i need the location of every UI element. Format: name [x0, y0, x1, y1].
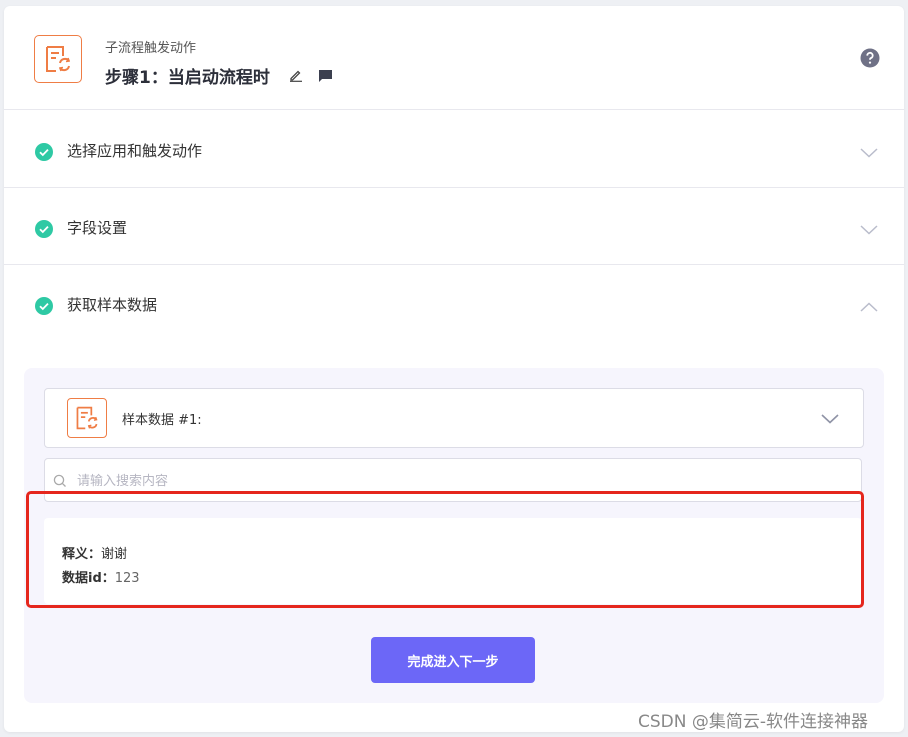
- chevron-up-icon[interactable]: [860, 297, 878, 316]
- section-label: 选择应用和触发动作: [67, 142, 203, 160]
- search-icon: [53, 473, 67, 492]
- check-circle-icon: [35, 220, 53, 242]
- sample-data-panel: 样本数据 #1: 释义：谢谢 数据id：123 完成进入下一步: [24, 368, 884, 703]
- pencil-icon[interactable]: [289, 67, 303, 86]
- step-subtitle: 子流程触发动作: [105, 41, 197, 56]
- chevron-down-icon[interactable]: [860, 220, 878, 239]
- field-key: 释义：: [62, 547, 102, 562]
- section-label: 获取样本数据: [67, 296, 158, 314]
- section-sample-data[interactable]: 获取样本数据: [4, 264, 904, 324]
- watermark: CSDN @集简云-软件连接神器: [638, 712, 869, 732]
- next-step-button[interactable]: 完成进入下一步: [371, 637, 535, 683]
- chevron-down-icon[interactable]: [860, 143, 878, 162]
- step-title: 步骤1：当启动流程时: [105, 68, 270, 88]
- step-header: 子流程触发动作 步骤1：当启动流程时: [4, 6, 904, 110]
- check-circle-icon: [35, 297, 53, 319]
- chevron-down-icon[interactable]: [821, 409, 839, 428]
- field-value: 123: [114, 571, 140, 586]
- field-key: 数据id：: [62, 571, 115, 586]
- comment-icon[interactable]: [318, 68, 333, 87]
- section-field-settings[interactable]: 字段设置: [4, 187, 904, 265]
- field-value: 谢谢: [101, 547, 128, 562]
- document-refresh-icon: [67, 398, 107, 438]
- sample-selector[interactable]: 样本数据 #1:: [44, 388, 864, 448]
- field-row: 释义：谢谢: [62, 543, 127, 562]
- search-box[interactable]: [44, 458, 862, 502]
- sample-fields: 释义：谢谢 数据id：123: [44, 518, 862, 604]
- step-card: 子流程触发动作 步骤1：当启动流程时 选择应用和触发动作 字段设置 获取样本数据…: [4, 6, 904, 732]
- field-row: 数据id：123: [62, 567, 140, 586]
- question-circle-icon[interactable]: [860, 48, 880, 72]
- sample-label: 样本数据 #1:: [122, 413, 202, 428]
- check-circle-icon: [35, 143, 53, 165]
- section-label: 字段设置: [67, 219, 128, 237]
- search-input[interactable]: [75, 469, 839, 493]
- section-select-app[interactable]: 选择应用和触发动作: [4, 110, 904, 188]
- document-refresh-icon: [34, 35, 82, 83]
